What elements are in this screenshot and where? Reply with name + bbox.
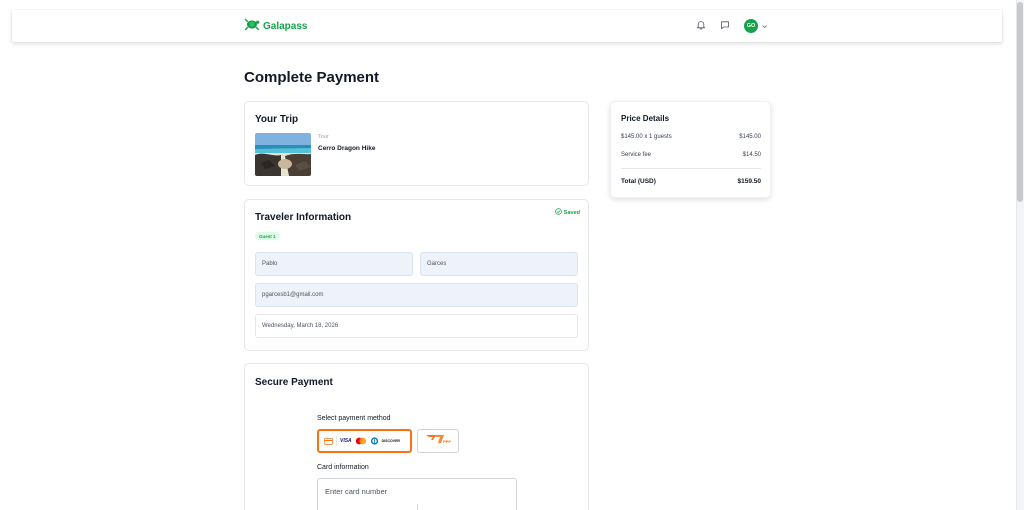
trip-image <box>255 133 311 176</box>
brand-logo-link[interactable]: Galapass <box>244 17 307 35</box>
page-scrollbar[interactable] <box>1016 0 1024 510</box>
user-menu[interactable]: GO <box>744 17 768 35</box>
email-field[interactable]: pgarcesb1@gmail.com <box>255 283 578 307</box>
price-row-base: $145.00 x 1 guests $145.00 <box>621 134 761 140</box>
top-navbar: Galapass GO <box>12 10 1002 42</box>
first-name-field[interactable]: Pablo <box>255 252 413 276</box>
alt-payment-logo: PPP <box>423 432 453 451</box>
price-row-label: $145.00 x 1 guests <box>621 134 672 140</box>
trip-type-label: Tour <box>318 134 329 140</box>
credit-card-icon <box>324 432 333 450</box>
card-payment-option[interactable]: VISA DISCOVER <box>317 429 412 453</box>
price-divider <box>621 168 761 169</box>
chevron-down-icon <box>761 17 768 35</box>
discover-logo: DISCOVER <box>381 439 400 443</box>
bell-icon[interactable] <box>696 17 706 35</box>
avatar: GO <box>744 19 758 33</box>
card-row-divider <box>417 504 418 510</box>
turtle-logo-icon <box>244 16 260 37</box>
price-total-row: Total (USD) $159.50 <box>621 178 761 185</box>
your-trip-card: Your Trip Tour Cerro Dragon Hike <box>244 101 589 186</box>
page-title: Complete Payment <box>244 69 380 86</box>
check-circle-icon <box>555 208 562 217</box>
price-details-title: Price Details <box>621 114 670 123</box>
price-row-value: $14.50 <box>742 152 761 158</box>
option-divider <box>336 436 337 446</box>
alt-payment-logo-text: PPP <box>443 439 451 444</box>
scrollbar-thumb[interactable] <box>1017 2 1023 202</box>
secure-payment-card: Secure Payment Select payment method VIS… <box>244 363 589 510</box>
secure-payment-title: Secure Payment <box>255 377 333 388</box>
price-row-service-fee: Service fee $14.50 <box>621 152 761 158</box>
alt-payment-option[interactable]: PPP <box>417 429 459 453</box>
brand-name: Galapass <box>263 20 308 32</box>
total-label: Total (USD) <box>621 178 656 185</box>
trip-name: Cerro Dragon Hike <box>318 145 376 152</box>
traveler-information-card: Traveler Information Saved Guest 1 Pablo… <box>244 199 589 351</box>
your-trip-title: Your Trip <box>255 114 299 125</box>
chat-icon[interactable] <box>720 17 730 35</box>
mastercard-logo <box>355 432 367 450</box>
card-number-input[interactable]: Enter card number <box>317 478 517 505</box>
price-row-value: $145.00 <box>739 134 761 140</box>
date-field[interactable]: Wednesday, March 18, 2026 <box>255 314 578 338</box>
saved-label: Saved <box>563 209 580 216</box>
total-value: $159.50 <box>737 178 762 185</box>
price-row-label: Service fee <box>621 152 652 158</box>
card-information-label: Card information <box>317 464 369 471</box>
traveler-information-title: Traveler Information <box>255 212 352 223</box>
visa-logo: VISA <box>340 438 352 444</box>
diners-club-logo <box>370 432 379 450</box>
last-name-field[interactable]: Garces <box>420 252 578 276</box>
select-payment-method-label: Select payment method <box>317 415 391 422</box>
guest-badge: Guest 1 <box>255 232 280 240</box>
saved-status: Saved <box>555 208 580 217</box>
card-expiry-cvc-row <box>317 504 517 510</box>
price-details-card: Price Details $145.00 x 1 guests $145.00… <box>610 101 771 198</box>
